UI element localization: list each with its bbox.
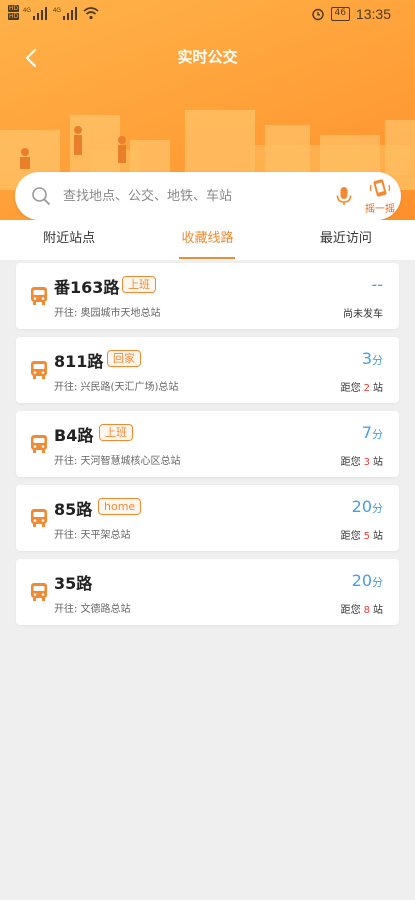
- svg-text:4G: 4G: [53, 8, 61, 14]
- route-tag: home: [98, 498, 142, 515]
- cellular-signal-icon: 4G: [53, 6, 78, 20]
- hd-badge: HD: [8, 13, 20, 20]
- route-destination: 开往: 天平架总站: [54, 530, 131, 541]
- shake-label: 摇一摇: [365, 204, 395, 215]
- route-name: 35路: [54, 574, 93, 593]
- route-card[interactable]: 番163路 上班 开往: 奥园城市天地总站 -- 尚未发车: [16, 263, 399, 329]
- route-name: 85路: [54, 500, 93, 519]
- clock: 13:35: [355, 6, 391, 22]
- status-bar: HD HD 4G 4G 46 13:35: [0, 0, 415, 30]
- alarm-icon: [311, 8, 324, 21]
- tab-nearby-stops[interactable]: 附近站点: [0, 220, 138, 260]
- search-input[interactable]: [63, 185, 313, 207]
- bus-icon: [31, 435, 47, 453]
- route-tag: 回家: [107, 350, 141, 367]
- hd-badge: HD: [8, 5, 20, 12]
- shake-phone-icon: [369, 179, 391, 197]
- arrival-time: 20分: [351, 571, 383, 590]
- route-card[interactable]: 85路 home 开往: 天平架总站 20分 距您 5 站: [16, 485, 399, 551]
- shake-button[interactable]: 摇一摇: [359, 172, 401, 220]
- arrival-time: 3分: [361, 349, 383, 368]
- route-destination: 开往: 天河智慧城核心区总站: [54, 456, 181, 467]
- stops-away: 距您 5 站: [340, 531, 383, 542]
- tab-bar: 附近站点 收藏线路 最近访问: [0, 220, 415, 260]
- battery-indicator: 46: [330, 7, 350, 21]
- svg-text:4G: 4G: [23, 8, 31, 14]
- bus-icon: [31, 287, 47, 305]
- route-name: B4路: [54, 426, 94, 445]
- route-card[interactable]: B4路 上班 开往: 天河智慧城核心区总站 7分 距您 3 站: [16, 411, 399, 477]
- tab-favorite-routes[interactable]: 收藏线路: [138, 220, 276, 260]
- microphone-icon[interactable]: [333, 185, 355, 207]
- page-title: 实时公交: [177, 48, 238, 66]
- route-card[interactable]: 811路 回家 开往: 兴民路(天汇广场)总站 3分 距您 2 站: [16, 337, 399, 403]
- tab-recent-visits[interactable]: 最近访问: [277, 220, 415, 260]
- favorite-routes-list: 番163路 上班 开往: 奥园城市天地总站 -- 尚未发车 811路 回家 开往…: [16, 263, 399, 633]
- route-destination: 开往: 奥园城市天地总站: [54, 308, 161, 319]
- route-card[interactable]: 35路 开往: 文德路总站 20分 距您 8 站: [16, 559, 399, 625]
- arrival-time: 20分: [351, 497, 383, 516]
- stops-away: 距您 2 站: [340, 383, 383, 394]
- bus-icon: [31, 361, 47, 379]
- search-bar: 摇一摇: [15, 172, 401, 220]
- route-destination: 开往: 文德路总站: [54, 604, 131, 615]
- route-name: 番163路: [54, 278, 120, 297]
- bus-icon: [31, 583, 47, 601]
- bus-icon: [31, 509, 47, 527]
- bus-status: 尚未发车: [343, 309, 383, 320]
- search-icon: [32, 187, 50, 205]
- cellular-signal-icon: 4G: [23, 6, 48, 20]
- stops-away: 距您 3 站: [340, 457, 383, 468]
- wifi-icon: [83, 6, 99, 19]
- route-name: 811路: [54, 352, 104, 371]
- arrival-time: --: [371, 275, 383, 294]
- route-tag: 上班: [99, 424, 133, 441]
- route-tag: 上班: [122, 276, 156, 293]
- stops-away: 距您 8 站: [340, 605, 383, 616]
- route-destination: 开往: 兴民路(天汇广场)总站: [54, 382, 179, 393]
- arrival-time: 7分: [361, 423, 383, 442]
